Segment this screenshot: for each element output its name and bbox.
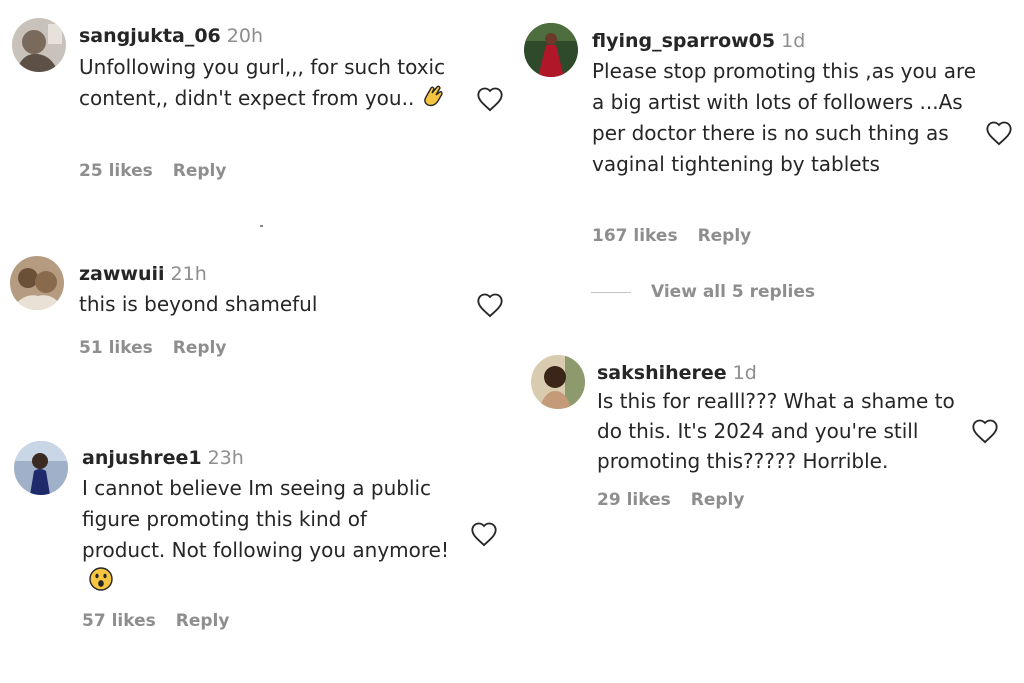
- reply-button[interactable]: Reply: [691, 490, 745, 510]
- comment-text: Is this for realll??? What a shame to do…: [597, 389, 955, 473]
- comment-time: 23h: [207, 447, 244, 469]
- avatar[interactable]: [12, 18, 66, 72]
- heart-outline-icon[interactable]: [985, 120, 1013, 146]
- avatar[interactable]: [524, 23, 578, 77]
- comment-text: Please stop promoting this ,as you are a…: [592, 59, 977, 176]
- avatar[interactable]: [531, 355, 585, 409]
- comment-text: Unfollowing you gurl,,, for such toxic c…: [79, 55, 446, 110]
- username[interactable]: sakshiheree: [597, 362, 727, 384]
- likes-count[interactable]: 51 likes: [79, 338, 153, 358]
- comment-time: 21h: [170, 263, 207, 285]
- view-replies-button[interactable]: View all 5 replies: [591, 282, 815, 302]
- avatar[interactable]: [14, 441, 68, 495]
- likes-count[interactable]: 29 likes: [597, 490, 671, 510]
- likes-count[interactable]: 57 likes: [82, 611, 156, 631]
- comment-text: this is beyond shameful: [79, 292, 318, 316]
- avatar[interactable]: [10, 256, 64, 310]
- reply-button[interactable]: Reply: [176, 611, 230, 631]
- reply-button[interactable]: Reply: [698, 226, 752, 246]
- likes-count[interactable]: 25 likes: [79, 161, 153, 181]
- reply-button[interactable]: Reply: [173, 338, 227, 358]
- comment-time: 1d: [732, 362, 757, 384]
- username[interactable]: sangjukta_06: [79, 25, 221, 47]
- view-replies-label: View all 5 replies: [651, 282, 816, 302]
- heart-outline-icon[interactable]: [476, 292, 504, 318]
- comment-time: 1d: [781, 30, 806, 52]
- astonished-face-icon: [88, 566, 114, 601]
- comment-time: 20h: [226, 25, 263, 47]
- divider: [260, 225, 263, 227]
- heart-outline-icon[interactable]: [971, 418, 999, 444]
- divider: [591, 291, 631, 293]
- clapping-hands-icon: [420, 83, 446, 118]
- username[interactable]: flying_sparrow05: [592, 30, 775, 52]
- heart-outline-icon[interactable]: [476, 86, 504, 112]
- username[interactable]: zawwuii: [79, 263, 165, 285]
- heart-outline-icon[interactable]: [470, 521, 498, 547]
- username[interactable]: anjushree1: [82, 447, 202, 469]
- reply-button[interactable]: Reply: [173, 161, 227, 181]
- likes-count[interactable]: 167 likes: [592, 226, 678, 246]
- comment-text: I cannot believe Im seeing a public figu…: [82, 476, 450, 562]
